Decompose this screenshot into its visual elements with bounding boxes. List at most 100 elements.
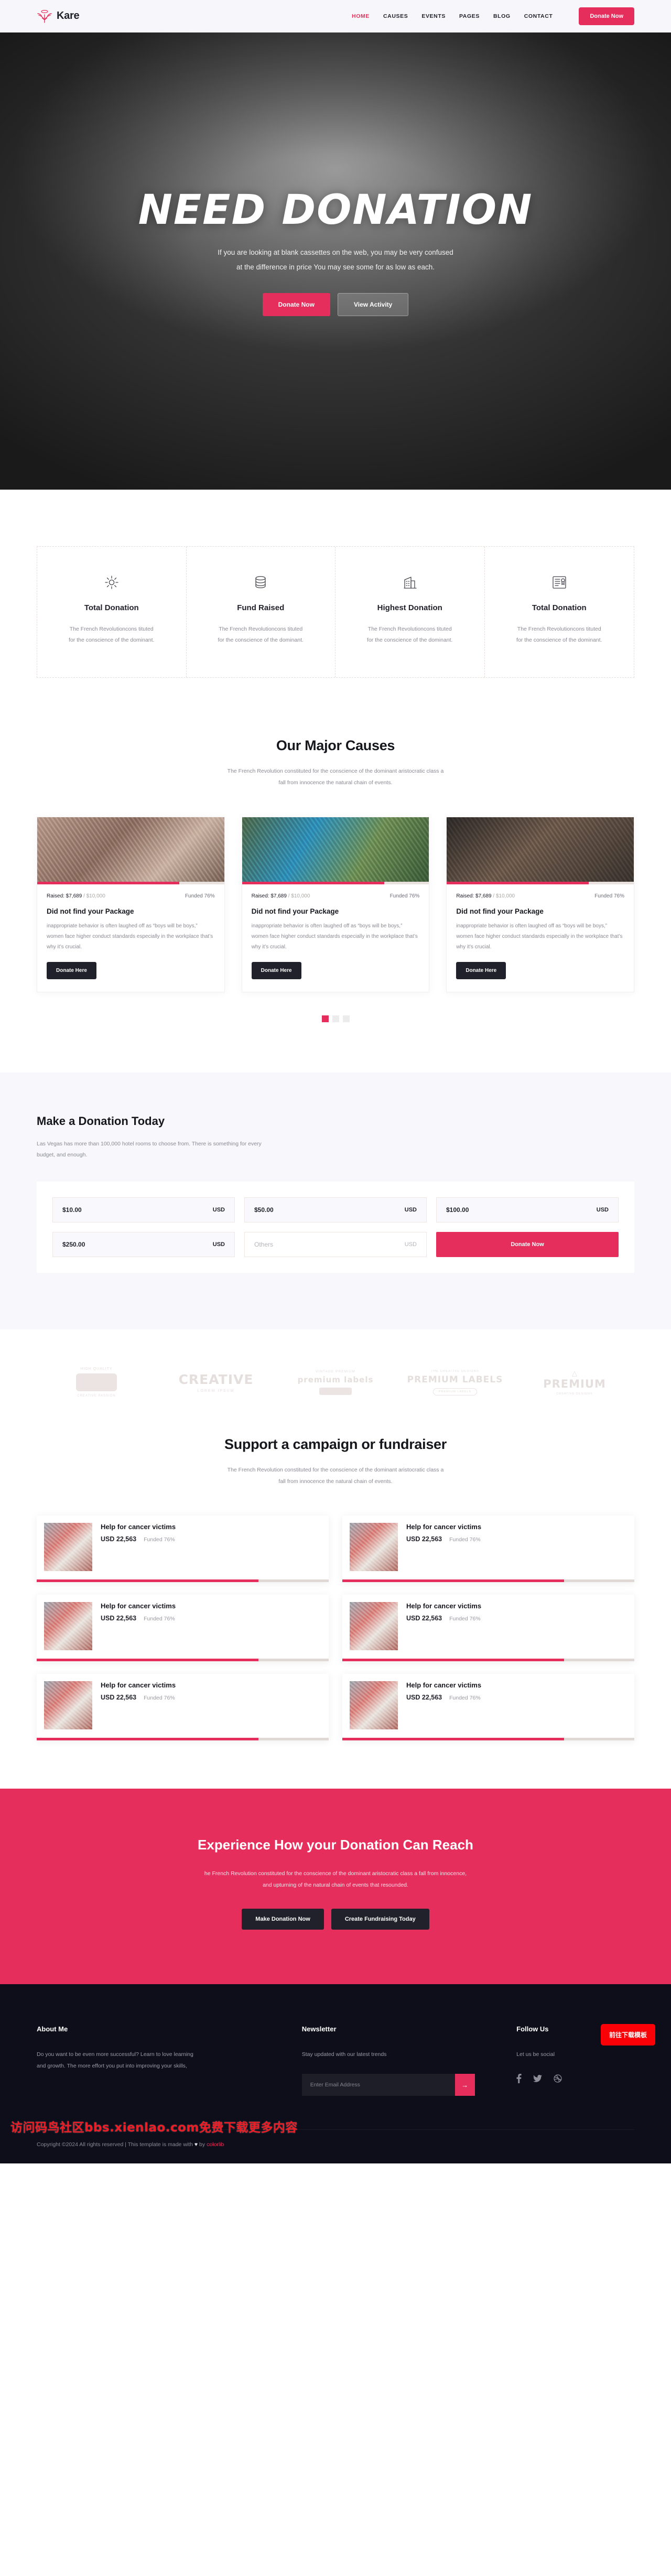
nav-item-events[interactable]: EVENTS: [421, 13, 446, 19]
campaign-amount: USD 22,563: [101, 1535, 137, 1543]
amount-currency: USD: [212, 1241, 225, 1248]
twitter-icon[interactable]: [533, 2075, 543, 2083]
amount-option-50[interactable]: $50.00 USD: [244, 1197, 427, 1223]
feature-text-line1: The French Revolutioncons tituted: [219, 626, 303, 632]
campaign-thumbnail: [350, 1681, 398, 1730]
brand-logo-link[interactable]: Kare: [37, 9, 80, 23]
campaign-card[interactable]: Help for cancer victims USD 22,563 Funde…: [37, 1674, 329, 1741]
donation-submit-button[interactable]: Donate Now: [436, 1232, 619, 1258]
feature-card-highest-donation[interactable]: Highest Donation The French Revolutionco…: [336, 547, 485, 677]
amount-currency: USD: [596, 1207, 609, 1214]
cause-image: [447, 817, 634, 882]
newsletter-submit-button[interactable]: →: [454, 2074, 475, 2096]
feature-card-total-donation-1[interactable]: Total Donation The French Revolutioncons…: [37, 547, 187, 677]
campaign-progress-bar: [37, 1659, 329, 1662]
cause-card[interactable]: Raised: $7,689 / $10,000 Funded 76% Did …: [37, 817, 225, 993]
cause-raised-amount: Raised: $7,689: [456, 893, 492, 900]
cause-donate-button[interactable]: Donate Here: [47, 962, 96, 980]
feature-title: Fund Raised: [237, 603, 285, 612]
brand-logo-4: THE CREATIVE DESIGNS PREMIUM LABELS PREM…: [407, 1370, 503, 1395]
campaign-amount: USD 22,563: [406, 1535, 442, 1543]
brand-logo-1-bottom: CREATIVE PASSION: [77, 1394, 116, 1398]
cause-card[interactable]: Raised: $7,689 / $10,000 Funded 76% Did …: [241, 817, 430, 993]
campaign-card[interactable]: Help for cancer victims USD 22,563 Funde…: [342, 1595, 634, 1662]
campaign-progress-bar: [342, 1738, 634, 1741]
donation-subtitle-line1: Las Vegas has more than 100,000 hotel ro…: [37, 1141, 247, 1148]
causes-section: Our Major Causes The French Revolution c…: [0, 720, 671, 1073]
copyright-text: Copyright ©2024 All rights reserved | Th…: [37, 2141, 194, 2148]
feature-title: Total Donation: [84, 603, 139, 612]
newsletter-form: →: [301, 2074, 475, 2096]
causes-subtitle-line1: The French Revolution constituted for th…: [227, 768, 444, 774]
features-section: Total Donation The French Revolutioncons…: [0, 490, 671, 720]
feature-card-total-donation-2[interactable]: Total Donation The French Revolutioncons…: [485, 547, 634, 677]
nav-item-contact[interactable]: CONTACT: [524, 13, 553, 19]
campaigns-section: Support a campaign or fundraiser The Fre…: [0, 1426, 671, 1789]
cause-funded-percent: Funded 76%: [594, 893, 624, 900]
hero-view-activity-button[interactable]: View Activity: [337, 293, 409, 316]
download-template-button[interactable]: 前往下载模板: [600, 2024, 655, 2046]
feature-title: Total Donation: [532, 603, 587, 612]
amount-option-10[interactable]: $10.00 USD: [52, 1197, 235, 1223]
brand-logo-2-bottom: LOREM IPSUM: [197, 1389, 235, 1393]
campaign-card[interactable]: Help for cancer victims USD 22,563 Funde…: [37, 1595, 329, 1662]
cta-make-donation-button[interactable]: Make Donation Now: [242, 1909, 324, 1930]
cta-create-fundraising-button[interactable]: Create Fundraising Today: [331, 1909, 429, 1930]
campaign-funded: Funded 76%: [449, 1695, 481, 1702]
cta-title: Experience How your Donation Can Reach: [198, 1837, 473, 1853]
carousel-dots: [37, 1015, 634, 1023]
carousel-dot-2[interactable]: [332, 1015, 339, 1023]
campaign-card-grid: Help for cancer victims USD 22,563 Funde…: [37, 1516, 634, 1741]
amount-option-other-input[interactable]: Others USD: [244, 1232, 427, 1258]
campaign-thumbnail: [44, 1602, 92, 1651]
nav-item-pages[interactable]: PAGES: [459, 13, 480, 19]
campaign-funded: Funded 76%: [449, 1616, 481, 1622]
newsletter-email-input[interactable]: [301, 2074, 455, 2096]
nav-item-causes[interactable]: CAUSES: [383, 13, 408, 19]
campaign-card[interactable]: Help for cancer victims USD 22,563 Funde…: [342, 1674, 634, 1741]
cause-description: inappropriate behavior is often laughed …: [456, 923, 623, 950]
footer-follow-sub: Let us be social: [516, 2051, 555, 2058]
amount-value: $50.00: [254, 1206, 274, 1214]
facebook-icon[interactable]: [516, 2074, 522, 2084]
cta-subtitle-line1: he French Revolution constituted for the…: [204, 1870, 467, 1877]
campaigns-subtitle-line1: The French Revolution constituted for th…: [227, 1467, 444, 1474]
amount-option-250[interactable]: $250.00 USD: [52, 1232, 235, 1258]
feature-text-line2: for the conscience of the dominant.: [69, 637, 155, 643]
carousel-dot-1[interactable]: [321, 1015, 329, 1023]
amount-placeholder: Others: [254, 1241, 274, 1249]
campaign-card[interactable]: Help for cancer victims USD 22,563 Funde…: [342, 1516, 634, 1583]
nav-item-blog[interactable]: BLOG: [493, 13, 511, 19]
feature-text-line1: The French Revolutioncons tituted: [367, 626, 452, 632]
amount-value: $100.00: [446, 1206, 469, 1214]
feature-text-line2: for the conscience of the dominant.: [516, 637, 602, 643]
campaign-card[interactable]: Help for cancer victims USD 22,563 Funde…: [37, 1516, 329, 1583]
dribbble-icon[interactable]: [554, 2074, 562, 2083]
amount-value: $10.00: [62, 1206, 82, 1214]
brand-logo-1: HIGH QUALITY CREATIVE PASSION: [76, 1367, 117, 1398]
campaign-title: Help for cancer victims: [406, 1681, 482, 1690]
cause-donate-button[interactable]: Donate Here: [456, 962, 506, 980]
amount-option-100[interactable]: $100.00 USD: [436, 1197, 619, 1223]
nav-item-home[interactable]: HOME: [352, 13, 370, 19]
amount-currency: USD: [404, 1207, 417, 1214]
brand-logo-1-top: HIGH QUALITY: [80, 1367, 113, 1371]
carousel-dot-3[interactable]: [342, 1015, 350, 1023]
feature-text-line2: for the conscience of the dominant.: [367, 637, 453, 643]
cause-card[interactable]: Raised: $7,689 / $10,000 Funded 76% Did …: [446, 817, 634, 993]
cause-goal-amount: / $10,000: [493, 893, 515, 900]
site-footer: About Me Do you want to be even more suc…: [0, 1984, 671, 2164]
cause-description: inappropriate behavior is often laughed …: [47, 923, 213, 950]
copyright-by: by: [198, 2141, 207, 2148]
campaign-amount: USD 22,563: [101, 1615, 137, 1622]
footer-about-line1: Do you want to be even more successful? …: [37, 2051, 193, 2058]
copyright-brand-link[interactable]: colorlib: [207, 2141, 224, 2148]
causes-subtitle-line2: fall from innocence the natural chain of…: [278, 780, 393, 786]
header-donate-button[interactable]: Donate Now: [579, 7, 634, 25]
cause-raised-amount: Raised: $7,689: [47, 893, 82, 900]
cause-donate-button[interactable]: Donate Here: [251, 962, 301, 980]
hero-donate-button[interactable]: Donate Now: [262, 293, 330, 316]
feature-card-fund-raised[interactable]: Fund Raised The French Revolutioncons ti…: [187, 547, 336, 677]
brand-logo-3-top: VINTAGE PREMIUM: [316, 1370, 355, 1374]
campaign-thumbnail: [44, 1681, 92, 1730]
